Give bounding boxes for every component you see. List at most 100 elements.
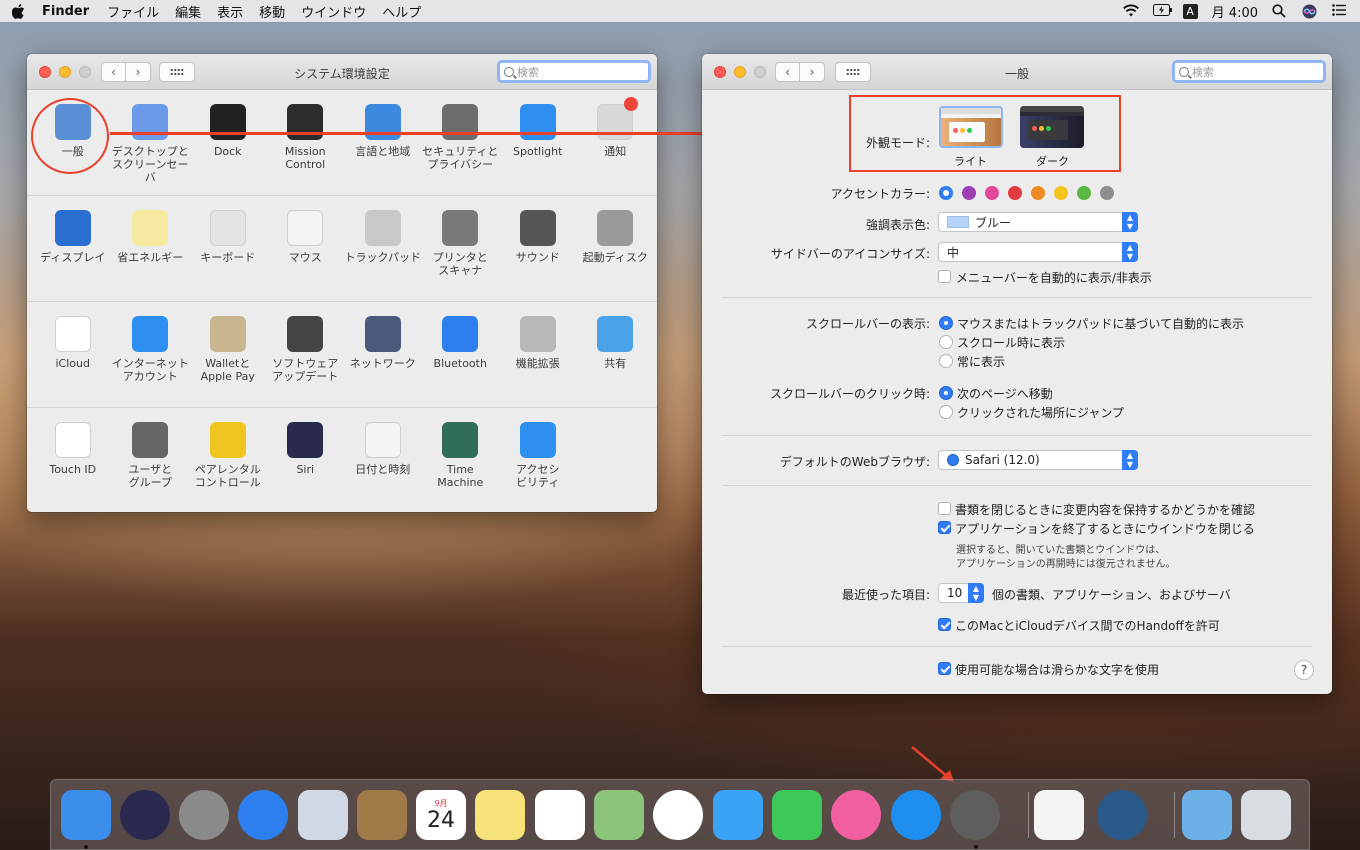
mail-icon[interactable] — [298, 790, 348, 840]
pref-pane-dock[interactable]: Dock — [189, 90, 267, 195]
search-field[interactable]: 検索 — [1172, 60, 1326, 83]
system-preferences-icon[interactable] — [950, 790, 1000, 840]
pref-pane-siri[interactable]: Siri — [267, 408, 345, 512]
apple-menu-icon[interactable] — [11, 4, 26, 19]
finder-icon[interactable] — [61, 790, 111, 840]
pref-pane-extensions[interactable]: 機能拡張 — [499, 302, 577, 407]
scrollbar-always-radio[interactable] — [939, 354, 953, 368]
pref-pane-energy[interactable]: 省エネルギー — [112, 196, 190, 301]
menu-view[interactable]: 表示 — [217, 2, 243, 21]
scroll-jump-radio[interactable] — [939, 405, 953, 419]
recent-items-value: 10 — [947, 586, 963, 600]
menu-go[interactable]: 移動 — [259, 2, 285, 21]
maps-icon[interactable] — [594, 790, 644, 840]
menu-help[interactable]: ヘルプ — [382, 2, 421, 21]
accent-color-swatch[interactable] — [1031, 186, 1045, 200]
pref-pane-trackpad[interactable]: トラックパッド — [344, 196, 422, 301]
pref-pane-internet-accounts[interactable]: インターネット アカウント — [112, 302, 190, 407]
scroll-next-page-radio[interactable] — [939, 386, 953, 400]
pref-pane-label: iCloud — [55, 357, 90, 370]
pref-pane-keyboard[interactable]: キーボード — [189, 196, 267, 301]
launchpad-icon[interactable] — [179, 790, 229, 840]
highlight-color-popup[interactable]: ブルー ▲ ▼ — [938, 212, 1138, 232]
reminders-icon[interactable] — [535, 790, 585, 840]
pref-pane-touch-id[interactable]: Touch ID — [34, 408, 112, 512]
autohide-menubar-checkbox[interactable] — [938, 270, 951, 283]
accent-color-swatch[interactable] — [1054, 186, 1068, 200]
wifi-icon[interactable] — [1122, 4, 1139, 18]
pref-pane-label: マウス — [288, 251, 322, 264]
pref-pane-startup-disk[interactable]: 起動ディスク — [577, 196, 655, 301]
ask-keep-changes-checkbox[interactable] — [938, 502, 951, 515]
pref-pane-parental-controls[interactable]: ペアレンタル コントロール — [189, 408, 267, 512]
pref-pane-date-time[interactable]: 日付と時刻 — [344, 408, 422, 512]
search-field[interactable]: 検索 — [497, 60, 651, 83]
spotlight-search-icon[interactable] — [1272, 4, 1288, 18]
help-button[interactable]: ? — [1294, 660, 1314, 680]
pref-pane-time-machine[interactable]: Time Machine — [422, 408, 500, 512]
pref-pane-sharing[interactable]: 共有 — [577, 302, 655, 407]
pref-pane-icloud[interactable]: iCloud — [34, 302, 112, 407]
preferences-row: ディスプレイ 省エネルギー キーボード マウス トラックパッド プリンタと スキャナ サウン… — [27, 196, 657, 302]
pref-pane-network[interactable]: ネットワーク — [344, 302, 422, 407]
smooth-fonts-checkbox[interactable] — [938, 662, 951, 675]
siri-menu-icon[interactable] — [1302, 4, 1318, 19]
notification-center-icon[interactable] — [1332, 4, 1348, 18]
close-windows-checkbox[interactable] — [938, 521, 951, 534]
facetime-icon[interactable] — [772, 790, 822, 840]
scrollbar-auto-radio[interactable] — [939, 316, 953, 330]
itunes-icon[interactable] — [831, 790, 881, 840]
pref-pane-language[interactable]: 言語と地域 — [344, 90, 422, 195]
accent-color-swatch[interactable] — [1008, 186, 1022, 200]
downloads-icon[interactable] — [1182, 790, 1232, 840]
calendar-icon[interactable]: 9月 24 — [416, 790, 466, 840]
default-browser-popup[interactable]: Safari (12.0) ▲ ▼ — [938, 450, 1138, 470]
pref-pane-software-update[interactable]: ソフトウェア アップデート — [267, 302, 345, 407]
appearance-dark-option[interactable] — [1020, 106, 1084, 148]
appearance-light-option[interactable] — [939, 106, 1003, 148]
pref-pane-notifications[interactable]: 通知 — [577, 90, 655, 195]
pref-pane-mission-control[interactable]: Mission Control — [267, 90, 345, 195]
handoff-checkbox[interactable] — [938, 618, 951, 631]
sidebar-icon-size-popup[interactable]: 中 ▲ ▼ — [938, 242, 1138, 262]
pref-pane-wallet[interactable]: Walletと Apple Pay — [189, 302, 267, 407]
accent-color-swatch[interactable] — [1077, 186, 1091, 200]
pref-pane-desktop[interactable]: デスクトップと スクリーンセーバ — [112, 90, 190, 195]
menu-file[interactable]: ファイル — [107, 2, 159, 21]
pref-pane-accessibility[interactable]: アクセシ ビリティ — [499, 408, 577, 512]
pref-pane-spotlight[interactable]: Spotlight — [499, 90, 577, 195]
battery-icon[interactable] — [1152, 4, 1172, 18]
accent-color-swatch[interactable] — [939, 186, 953, 200]
pref-pane-label: ディスプレイ — [40, 251, 106, 264]
pref-pane-mouse[interactable]: マウス — [267, 196, 345, 301]
messages-icon[interactable] — [713, 790, 763, 840]
section-divider — [722, 646, 1312, 647]
photos-icon[interactable] — [653, 790, 703, 840]
accent-color-swatch[interactable] — [962, 186, 976, 200]
app-menu-finder[interactable]: Finder — [42, 4, 89, 19]
siri-icon[interactable] — [120, 790, 170, 840]
safari-icon[interactable] — [238, 790, 288, 840]
pref-pane-printer[interactable]: プリンタと スキャナ — [422, 196, 500, 301]
pref-pane-display[interactable]: ディスプレイ — [34, 196, 112, 301]
recent-items-stepper[interactable]: 10 ▲ ▼ — [938, 583, 984, 603]
pref-pane-users[interactable]: ユーザと グループ — [112, 408, 190, 512]
menu-edit[interactable]: 編集 — [175, 2, 201, 21]
accent-color-swatch[interactable] — [1100, 186, 1114, 200]
scrollbar-scrolling-radio[interactable] — [939, 335, 953, 349]
contacts-icon[interactable] — [357, 790, 407, 840]
pref-pane-sound[interactable]: サウンド — [499, 196, 577, 301]
notes-icon[interactable] — [475, 790, 525, 840]
input-method-indicator[interactable]: A — [1182, 3, 1198, 19]
app-store-icon[interactable] — [891, 790, 941, 840]
accent-color-swatch[interactable] — [985, 186, 999, 200]
quicktime-icon[interactable] — [1097, 790, 1147, 840]
menu-window[interactable]: ウインドウ — [301, 2, 366, 21]
pref-pane-bluetooth[interactable]: Bluetooth — [422, 302, 500, 407]
textedit-icon[interactable] — [1034, 790, 1084, 840]
accent-color-label: アクセントカラー: — [830, 187, 930, 201]
trash-icon[interactable] — [1241, 790, 1291, 840]
menu-clock[interactable]: 月 4:00 — [1212, 2, 1258, 21]
siri-icon — [287, 422, 324, 458]
pref-pane-security[interactable]: セキュリティと プライバシー — [422, 90, 500, 195]
